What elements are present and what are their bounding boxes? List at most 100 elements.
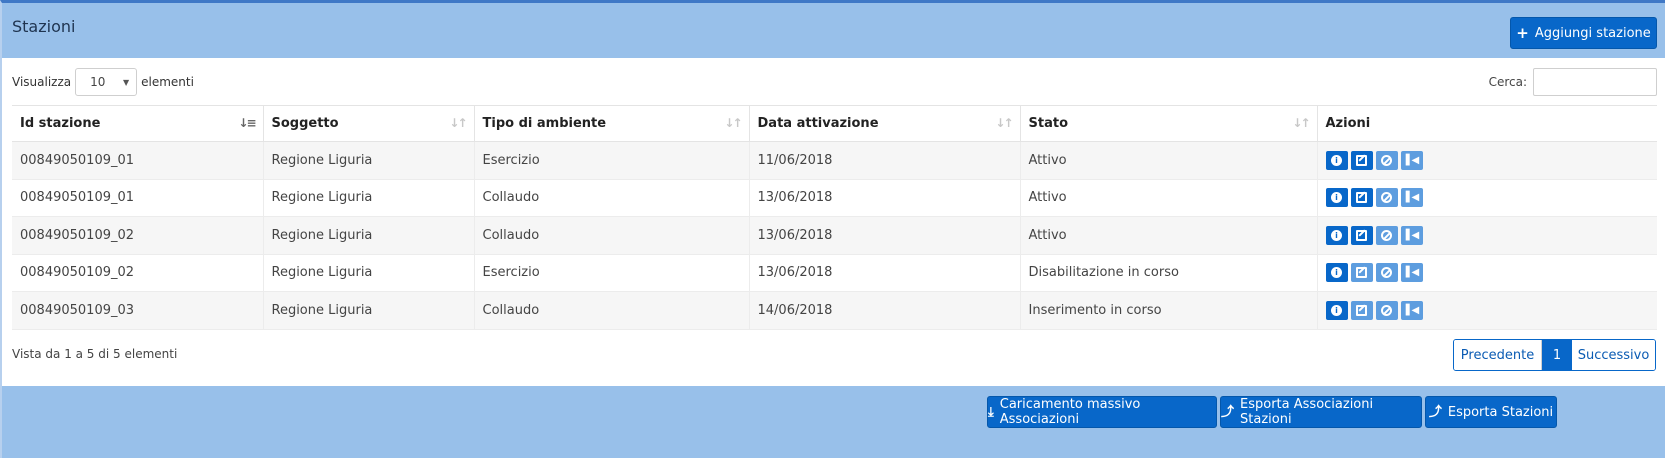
skip-button[interactable]: ▌◀: [1400, 263, 1423, 283]
chevron-down-icon: ▼: [122, 78, 130, 87]
next-page-button[interactable]: Successivo: [1572, 340, 1655, 370]
export-associations-button[interactable]: ⤴ Esporta Associazioni Stazioni: [1220, 396, 1422, 428]
export-icon: ⤴: [1428, 404, 1442, 420]
info-icon: i: [1331, 154, 1342, 166]
column-header-data[interactable]: Data attivazione ↓↑: [749, 105, 1021, 142]
table-row: 00849050109_03 Regione Liguria Collaudo …: [12, 291, 1657, 330]
search-input[interactable]: [1533, 68, 1657, 96]
bulk-upload-button[interactable]: ⤓ Caricamento massivo Associazioni: [987, 396, 1217, 428]
stations-table: Id stazione ↓≡ Soggetto ↓↑ Tipo di ambient…: [12, 105, 1657, 330]
edit-button[interactable]: [1350, 263, 1373, 283]
cell-id: 00849050109_03: [12, 291, 264, 330]
search-control: Cerca:: [1489, 68, 1657, 96]
cell-actions: i ▌◀: [1317, 216, 1657, 255]
skip-button[interactable]: ▌◀: [1400, 188, 1423, 208]
panel-header: Stazioni + Aggiungi stazione: [2, 3, 1665, 58]
ban-icon: [1381, 192, 1392, 204]
column-header-azioni: Azioni: [1317, 105, 1657, 142]
pagination: Precedente 1 Successivo: [1453, 339, 1656, 371]
cell-tipo: Collaudo: [474, 216, 750, 255]
cell-soggetto: Regione Liguria: [263, 179, 475, 217]
column-header-tipo[interactable]: Tipo di ambiente ↓↑: [474, 105, 750, 142]
edit-button[interactable]: [1350, 188, 1373, 208]
column-header-stato[interactable]: Stato ↓↑: [1020, 105, 1318, 142]
info-icon: i: [1331, 192, 1342, 204]
edit-button[interactable]: [1350, 150, 1373, 170]
cell-actions: i ▌◀: [1317, 141, 1657, 180]
info-button[interactable]: i: [1325, 150, 1348, 170]
cell-soggetto: Regione Liguria: [263, 141, 475, 180]
cell-data: 13/06/2018: [749, 179, 1021, 217]
info-button[interactable]: i: [1325, 225, 1348, 245]
previous-page-button[interactable]: Precedente: [1454, 340, 1542, 370]
bulk-upload-label: Caricamento massivo Associazioni: [999, 397, 1141, 427]
info-button[interactable]: i: [1325, 263, 1348, 283]
skip-button[interactable]: ▌◀: [1400, 225, 1423, 245]
export-stations-button[interactable]: ⤴ Esporta Stazioni: [1425, 396, 1557, 428]
cell-stato: Attivo: [1020, 179, 1318, 217]
table-header-row: Id stazione ↓≡ Soggetto ↓↑ Tipo di ambient…: [12, 105, 1657, 142]
cell-tipo: Collaudo: [474, 291, 750, 330]
sort-icon: ↓↑: [724, 116, 742, 130]
column-label: Data attivazione: [757, 116, 879, 131]
edit-icon: [1356, 192, 1367, 204]
cell-soggetto: Regione Liguria: [263, 291, 475, 330]
cell-soggetto: Regione Liguria: [263, 254, 475, 292]
disable-button[interactable]: [1375, 188, 1398, 208]
cell-id: 00849050109_02: [12, 254, 264, 292]
add-station-button[interactable]: + Aggiungi stazione: [1510, 17, 1657, 49]
cell-data: 13/06/2018: [749, 254, 1021, 292]
edit-icon: [1356, 267, 1367, 279]
column-label: Soggetto: [271, 116, 339, 131]
cell-data: 11/06/2018: [749, 141, 1021, 180]
plus-icon: +: [1516, 23, 1529, 42]
disable-button[interactable]: [1375, 225, 1398, 245]
column-header-soggetto[interactable]: Soggetto ↓↑: [263, 105, 475, 142]
cell-id: 00849050109_01: [12, 141, 264, 180]
ban-icon: [1381, 154, 1392, 166]
skip-button[interactable]: ▌◀: [1400, 300, 1423, 320]
table-row: 00849050109_02 Regione Liguria Esercizio…: [12, 254, 1657, 292]
cell-actions: i ▌◀: [1317, 254, 1657, 292]
edit-icon: [1356, 304, 1367, 316]
column-header-id[interactable]: Id stazione ↓≡: [12, 105, 264, 142]
export-associations-label: Esporta Associazioni Stazioni: [1240, 397, 1374, 427]
skip-icon: ▌◀: [1405, 154, 1419, 166]
disable-button[interactable]: [1375, 300, 1398, 320]
column-label: Tipo di ambiente: [482, 116, 607, 131]
column-label: Id stazione: [20, 116, 101, 131]
cell-data: 14/06/2018: [749, 291, 1021, 330]
download-icon: ⤓: [988, 404, 994, 420]
cell-tipo: Collaudo: [474, 179, 750, 217]
table-row: 00849050109_02 Regione Liguria Collaudo …: [12, 216, 1657, 255]
page-1-button[interactable]: 1: [1542, 340, 1572, 370]
skip-icon: ▌◀: [1405, 304, 1419, 316]
show-label: Visualizza: [12, 75, 72, 89]
edit-icon: [1356, 229, 1367, 241]
cell-actions: i ▌◀: [1317, 179, 1657, 217]
edit-button[interactable]: [1350, 225, 1373, 245]
cell-id: 00849050109_02: [12, 216, 264, 255]
edit-button[interactable]: [1350, 300, 1373, 320]
cell-stato: Attivo: [1020, 216, 1318, 255]
info-icon: i: [1331, 267, 1342, 279]
cell-id: 00849050109_01: [12, 179, 264, 217]
disable-button[interactable]: [1375, 263, 1398, 283]
skip-icon: ▌◀: [1405, 192, 1419, 204]
info-icon: i: [1331, 304, 1342, 316]
sort-icon: ↓↑: [995, 116, 1013, 130]
info-button[interactable]: i: [1325, 188, 1348, 208]
export-icon: ⤴: [1221, 404, 1235, 420]
table-info: Vista da 1 a 5 di 5 elementi: [12, 347, 178, 361]
disable-button[interactable]: [1375, 150, 1398, 170]
sort-icon: ↓↑: [1292, 116, 1310, 130]
panel-footer: ⤓ Caricamento massivo Associazioni ⤴ Esp…: [2, 386, 1665, 458]
export-stations-label: Esporta Stazioni: [1447, 404, 1554, 420]
page-length-select[interactable]: 10 ▼: [75, 68, 138, 96]
skip-button[interactable]: ▌◀: [1400, 150, 1423, 170]
cell-stato: Disabilitazione in corso: [1020, 254, 1318, 292]
info-button[interactable]: i: [1325, 300, 1348, 320]
sort-asc-icon: ↓≡: [238, 116, 256, 130]
length-control: Visualizza 10 ▼ elementi: [12, 68, 194, 96]
table-row: 00849050109_01 Regione Liguria Collaudo …: [12, 179, 1657, 217]
